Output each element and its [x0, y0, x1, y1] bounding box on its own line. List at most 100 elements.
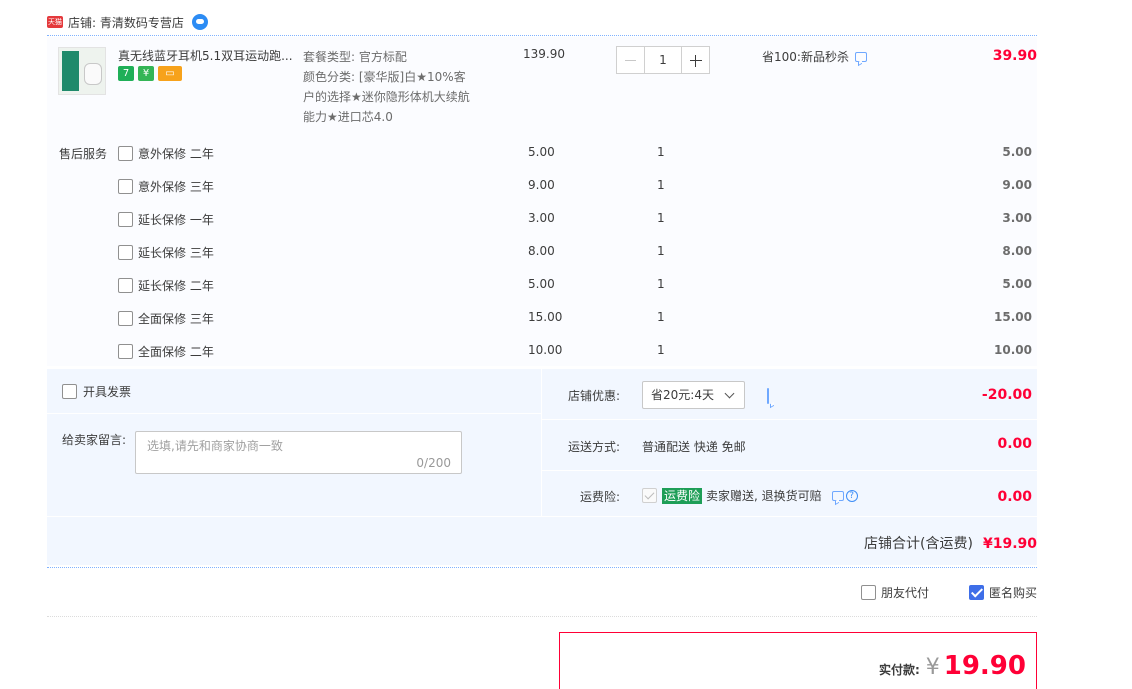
product-thumbnail[interactable]: [58, 47, 106, 95]
help-icon[interactable]: ?: [845, 489, 858, 502]
service-count: 1: [657, 310, 665, 324]
divider: [47, 35, 1037, 36]
service-checkbox[interactable]: [118, 245, 133, 260]
service-count: 1: [657, 145, 665, 159]
sku-line: 户的选择★迷你隐形体机大续航: [303, 90, 470, 104]
shop-total-value: ¥19.90: [982, 536, 1037, 552]
guarantee-icon: ¥: [138, 66, 154, 81]
coupon-value: 省20元:4天: [651, 388, 714, 402]
service-price: 15.00: [528, 310, 563, 324]
service-price: 5.00: [528, 277, 555, 291]
divider: [542, 470, 1037, 471]
insurance-label: 运费险:: [579, 490, 620, 504]
service-name: 延长保修 一年: [138, 213, 214, 227]
anonymous-option[interactable]: 匿名购买: [969, 584, 1037, 601]
service-total: 9.00: [1002, 178, 1032, 192]
service-name: 延长保修 三年: [138, 246, 214, 260]
insurance-chat-icon[interactable]: [831, 490, 844, 501]
service-row: 意外保修 三年 9.00 1 9.00: [0, 178, 1132, 198]
invoice-option[interactable]: 开具发票: [62, 383, 131, 400]
friend-pay-checkbox[interactable]: [861, 585, 876, 600]
service-total: 10.00: [994, 343, 1032, 357]
thumbnail-box-art: [62, 51, 79, 91]
pay-amount: 19.90: [943, 651, 1026, 681]
message-label: 给卖家留言:: [62, 433, 127, 447]
invoice-checkbox[interactable]: [62, 384, 77, 399]
insurance-text: 卖家赠送, 退换货可赔: [706, 489, 822, 503]
wangwang-chat-icon[interactable]: [191, 14, 208, 30]
shipping-method: 普通配送 快递 免邮: [642, 440, 746, 454]
shop-total: 店铺合计(含运费) ¥19.90: [864, 533, 1037, 553]
shop-total-label: 店铺合计(含运费): [864, 536, 973, 552]
shop-header: 天猫 店铺: 青清数码专营店: [47, 12, 208, 32]
service-row: 延长保修 二年 5.00 1 5.00: [0, 277, 1132, 297]
shipping-amount: 0.00: [997, 436, 1032, 452]
coupon-amount: -20.00: [981, 387, 1032, 403]
insurance-amount: 0.00: [997, 489, 1032, 505]
service-price: 8.00: [528, 244, 555, 258]
coupon-chat-icon[interactable]: [767, 388, 769, 404]
shipping-label: 运送方式:: [567, 440, 620, 454]
shop-name[interactable]: 店铺: 青清数码专营店: [68, 14, 184, 31]
service-count: 1: [657, 211, 665, 225]
sku-line: 套餐类型: 官方标配: [303, 50, 407, 64]
service-checkbox[interactable]: [118, 278, 133, 293]
service-total: 15.00: [994, 310, 1032, 324]
divider: [47, 516, 1037, 517]
item-subtotal: 39.90: [992, 48, 1037, 64]
product-title[interactable]: 真无线蓝牙耳机5.1双耳运动跑...: [118, 47, 294, 64]
service-checkbox[interactable]: [118, 311, 133, 326]
promo-chat-icon[interactable]: [854, 51, 867, 62]
service-count: 1: [657, 277, 665, 291]
coupon-label: 店铺优惠:: [567, 389, 620, 403]
message-input[interactable]: [136, 432, 461, 473]
quantity-input[interactable]: [645, 46, 681, 74]
divider: [47, 413, 541, 414]
tmall-icon: 天猫: [47, 16, 63, 28]
service-checkbox[interactable]: [118, 212, 133, 227]
payment-row: 实付款: ¥ 19.90: [879, 651, 1026, 681]
insurance-tag: 运费险: [662, 487, 703, 504]
service-checkbox[interactable]: [118, 179, 133, 194]
friend-pay-option[interactable]: 朋友代付: [861, 584, 929, 601]
service-price: 3.00: [528, 211, 555, 225]
service-total: 5.00: [1002, 277, 1032, 291]
coupon-select[interactable]: 省20元:4天: [642, 381, 745, 409]
sku-line: 能力★进口芯4.0: [303, 110, 393, 124]
pay-currency: ¥: [925, 655, 940, 680]
service-row: 延长保修 三年 8.00 1 8.00: [0, 244, 1132, 264]
service-row: 全面保修 二年 10.00 1 10.00: [0, 343, 1132, 363]
service-row: 全面保修 三年 15.00 1 15.00: [0, 310, 1132, 330]
service-checkbox[interactable]: [118, 344, 133, 359]
promo-info: 省100:新品秒杀: [762, 48, 867, 65]
unit-price: 139.90: [523, 47, 565, 61]
friend-pay-label: 朋友代付: [881, 586, 930, 600]
decrease-quantity-button[interactable]: [616, 46, 645, 74]
service-checkbox[interactable]: [118, 146, 133, 161]
divider: [47, 616, 1037, 617]
service-count: 1: [657, 244, 665, 258]
service-price: 5.00: [528, 145, 555, 159]
payment-summary: 实付款: ¥ 19.90: [559, 632, 1037, 689]
service-price: 10.00: [528, 343, 563, 357]
service-name: 意外保修 二年: [138, 147, 214, 161]
service-row: 意外保修 二年 5.00 1 5.00: [0, 145, 1132, 165]
seven-day-return-icon: 7: [118, 66, 134, 81]
service-name: 全面保修 三年: [138, 312, 214, 326]
service-name: 延长保修 二年: [138, 279, 214, 293]
service-total: 5.00: [1002, 145, 1032, 159]
insurance-checkbox: [642, 488, 657, 503]
increase-quantity-button[interactable]: [681, 46, 710, 74]
credit-card-icon: ▭: [158, 66, 182, 81]
chevron-down-icon: [724, 388, 735, 399]
service-row: 延长保修 一年 3.00 1 3.00: [0, 211, 1132, 231]
service-name: 全面保修 二年: [138, 345, 214, 359]
service-count: 1: [657, 178, 665, 192]
service-count: 1: [657, 343, 665, 357]
promo-text: 省100:新品秒杀: [762, 50, 849, 64]
divider: [541, 369, 542, 516]
service-price: 9.00: [528, 178, 555, 192]
service-total: 3.00: [1002, 211, 1032, 225]
service-total: 8.00: [1002, 244, 1032, 258]
anonymous-checkbox[interactable]: [969, 585, 984, 600]
